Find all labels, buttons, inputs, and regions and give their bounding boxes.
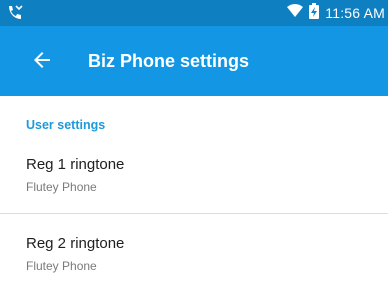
item-title: Reg 1 ringtone [26, 156, 125, 173]
app-toolbar: Biz Phone settings [0, 26, 388, 96]
status-icons: 11:56 AM [287, 0, 385, 26]
missed-call-icon [6, 4, 24, 22]
status-bar: 11:56 AM [0, 0, 388, 26]
settings-list: User settings Reg 1 ringtone Flutey Phon… [0, 96, 388, 290]
list-divider [0, 213, 388, 214]
item-title: Reg 2 ringtone [26, 235, 125, 252]
reg-2-ringtone-item[interactable]: Reg 2 ringtone Flutey Phone [0, 235, 388, 307]
status-time: 11:56 AM [325, 5, 385, 21]
page-title: Biz Phone settings [88, 51, 250, 71]
item-summary: Flutey Phone [26, 259, 97, 273]
wifi-icon [287, 3, 304, 23]
back-arrow-icon[interactable] [30, 48, 54, 72]
reg-1-ringtone-item[interactable]: Reg 1 ringtone Flutey Phone [0, 156, 388, 228]
section-header-user-settings: User settings [26, 118, 106, 132]
item-summary: Flutey Phone [26, 180, 97, 194]
battery-charging-icon [309, 2, 320, 24]
